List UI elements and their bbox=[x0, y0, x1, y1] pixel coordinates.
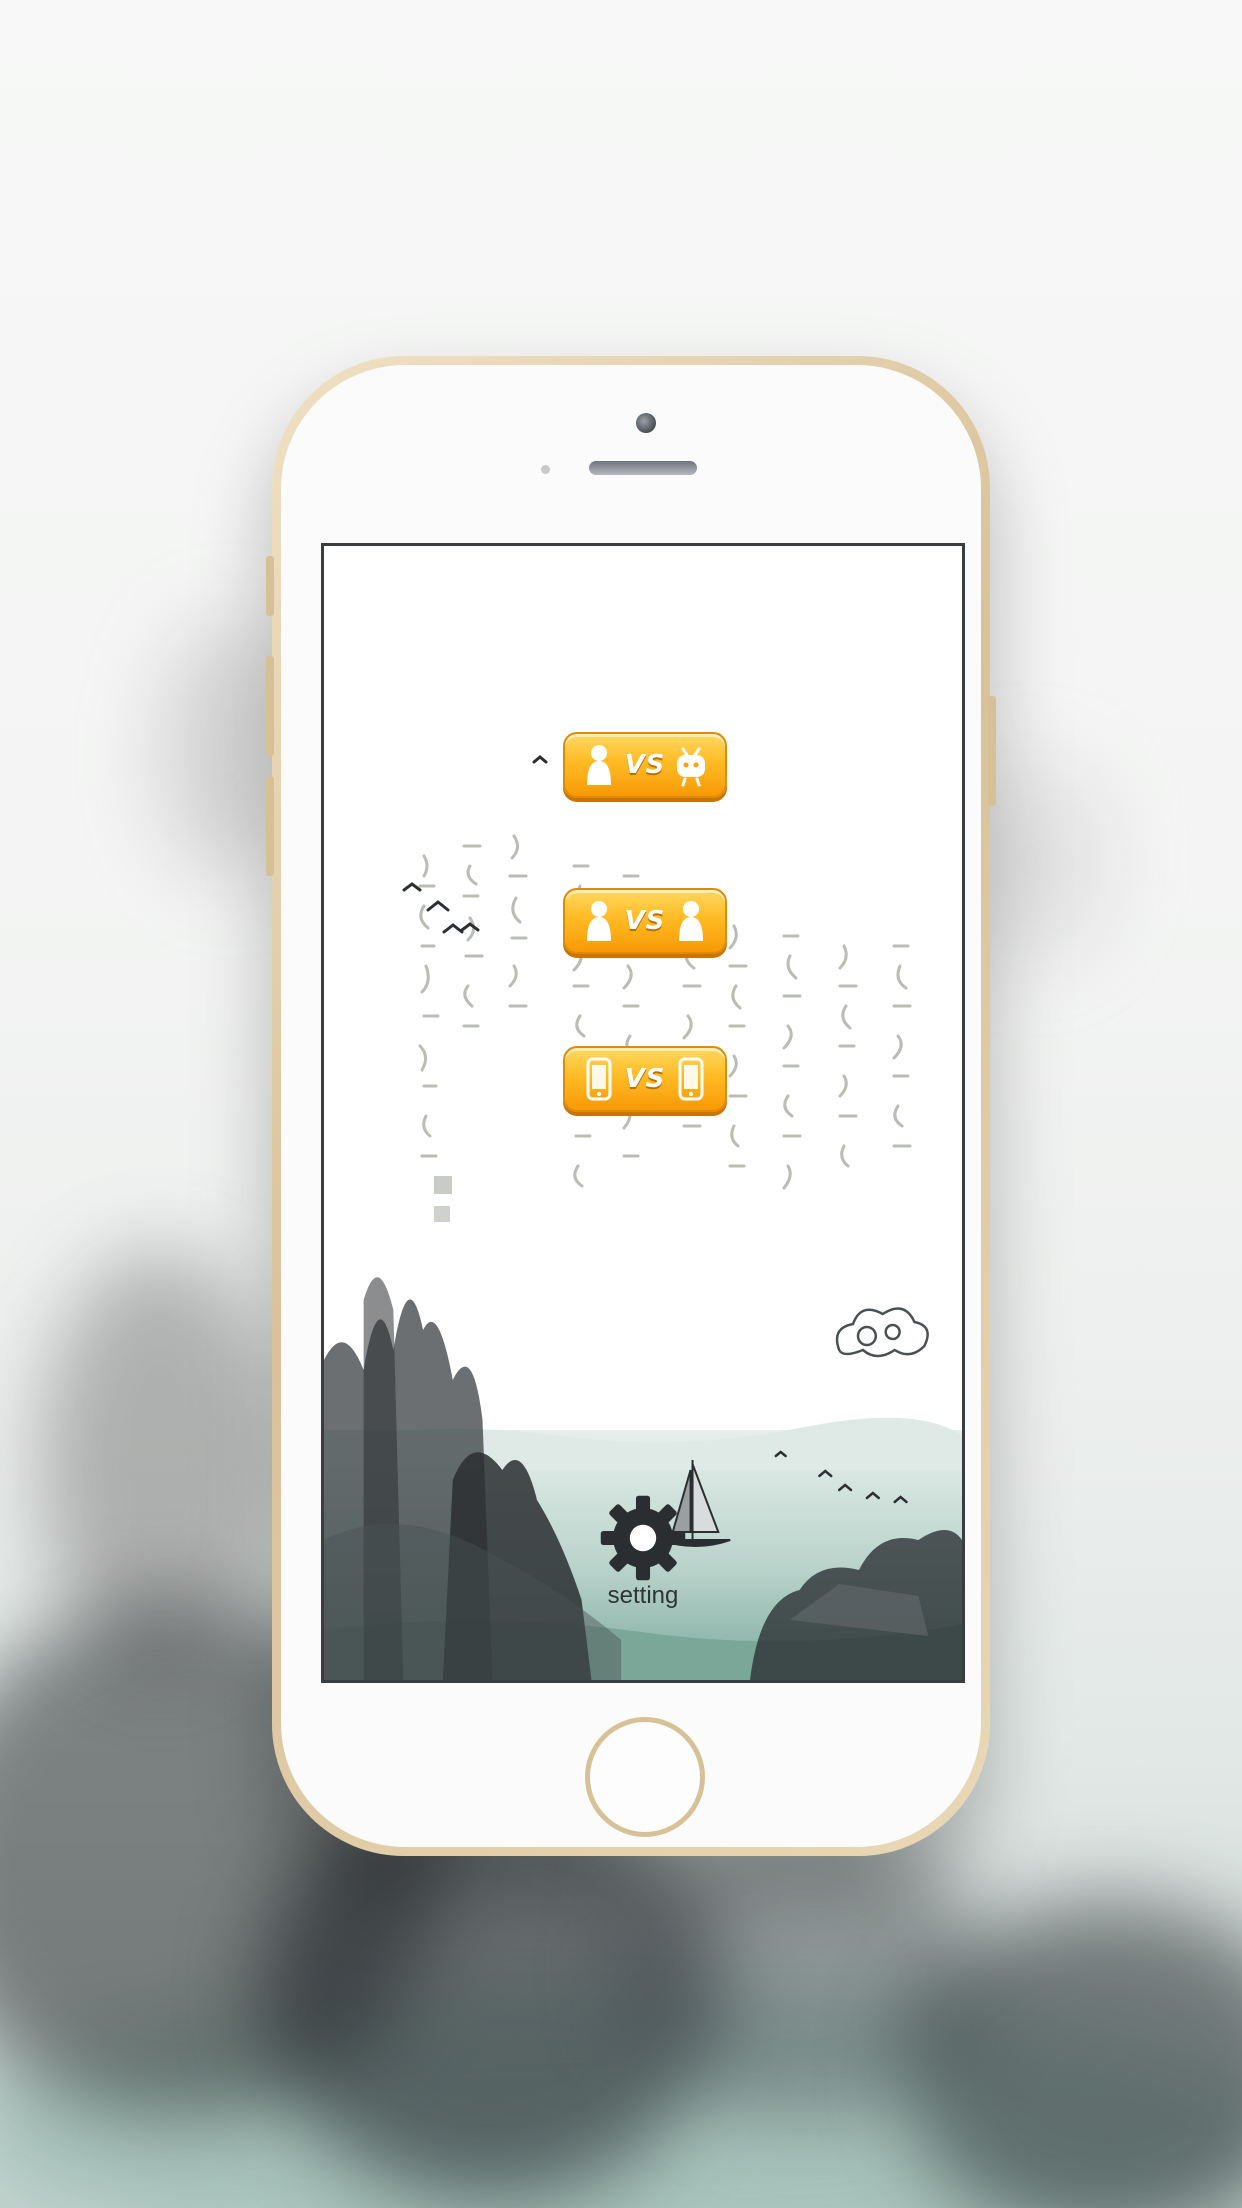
setting-label: setting bbox=[607, 1582, 679, 1609]
device-vs-device-button[interactable]: VS bbox=[563, 1046, 727, 1112]
person-icon bbox=[587, 745, 611, 785]
phone-icon bbox=[678, 1057, 704, 1101]
vs-label: VS bbox=[624, 906, 666, 936]
phone-mockup: VS VS VS setting bbox=[266, 356, 996, 1856]
volume-down-button bbox=[266, 776, 274, 876]
player-vs-ai-button[interactable]: VS bbox=[563, 732, 727, 798]
settings-button[interactable]: setting bbox=[578, 1494, 708, 1624]
vs-label: VS bbox=[624, 1064, 666, 1094]
phone-face: VS VS VS setting bbox=[281, 365, 981, 1847]
app-screen: VS VS VS setting bbox=[321, 543, 965, 1683]
person-icon bbox=[678, 901, 703, 941]
volume-up-button bbox=[266, 656, 274, 756]
phone-icon bbox=[586, 1057, 612, 1101]
power-button bbox=[988, 696, 996, 806]
vs-label: VS bbox=[624, 750, 666, 780]
proximity-sensor bbox=[541, 465, 550, 474]
home-button[interactable] bbox=[585, 1717, 705, 1837]
player-vs-player-button[interactable]: VS bbox=[563, 888, 727, 954]
gear-icon bbox=[600, 1495, 686, 1581]
mute-switch bbox=[266, 556, 274, 616]
robot-icon bbox=[676, 747, 705, 787]
front-camera bbox=[636, 413, 656, 433]
earpiece-speaker bbox=[589, 461, 697, 475]
person-icon bbox=[587, 901, 611, 941]
